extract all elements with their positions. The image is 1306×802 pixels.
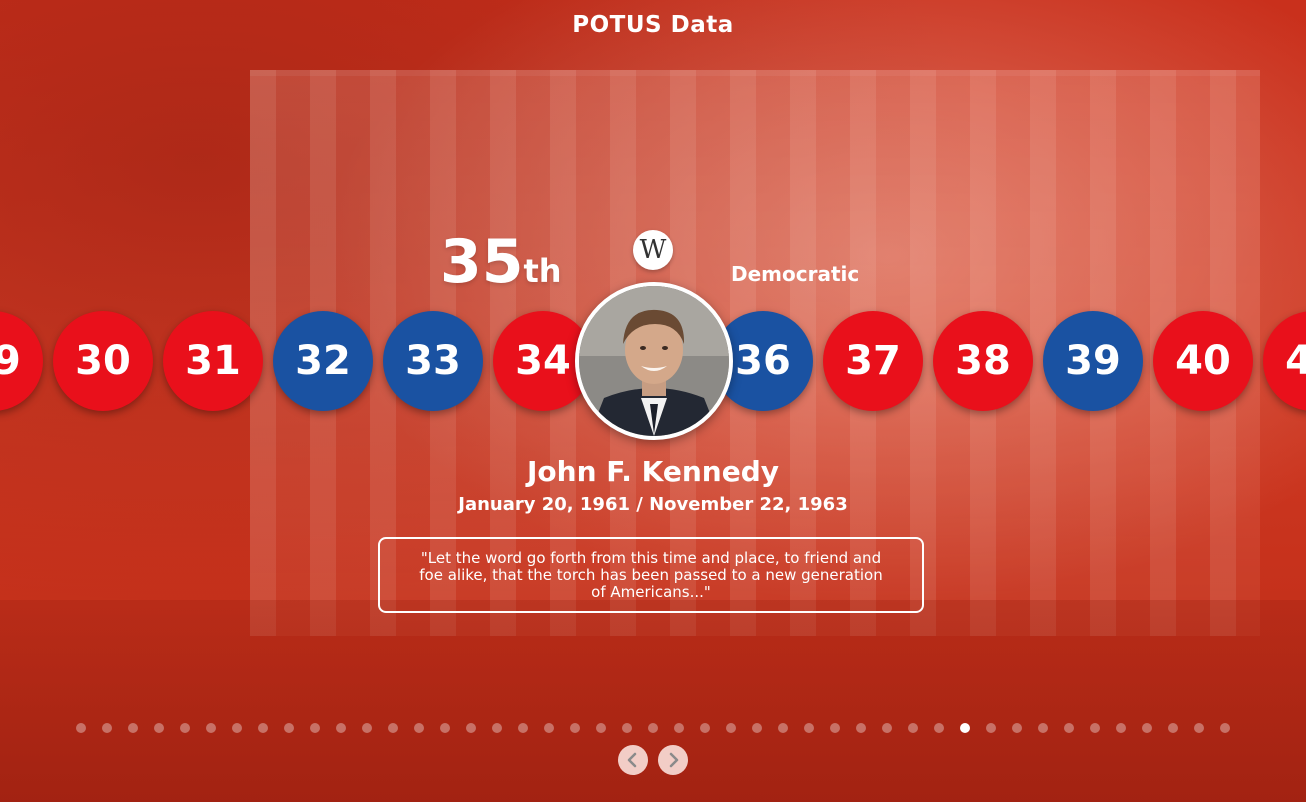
pagination-dot[interactable] [986,723,996,733]
pagination-dot[interactable] [1220,723,1230,733]
pagination-dot[interactable] [1194,723,1204,733]
pagination-dot[interactable] [440,723,450,733]
app-title: POTUS Data [572,12,734,38]
pagination-dot[interactable] [336,723,346,733]
wikipedia-icon[interactable]: W [633,230,673,270]
president-number-40[interactable]: 40 [1153,311,1253,411]
pagination-dot[interactable] [778,723,788,733]
pagination-dot[interactable] [960,723,970,733]
pagination-dot[interactable] [830,723,840,733]
pagination-dot[interactable] [284,723,294,733]
pagination-dot[interactable] [102,723,112,733]
pagination-dot[interactable] [388,723,398,733]
quote-box: "Let the word go forth from this time an… [378,537,924,613]
pagination-dot[interactable] [1012,723,1022,733]
ordinal-suffix: th [523,252,562,290]
pagination-dot[interactable] [1168,723,1178,733]
pagination-dot[interactable] [1064,723,1074,733]
pagination-dot[interactable] [362,723,372,733]
pagination-dot[interactable] [1142,723,1152,733]
pagination-dot[interactable] [466,723,476,733]
pagination-dot[interactable] [544,723,554,733]
pagination-dots [0,723,1306,735]
pagination-dot[interactable] [648,723,658,733]
president-number-31[interactable]: 31 [163,311,263,411]
pagination-dot[interactable] [1090,723,1100,733]
chevron-right-icon [669,752,679,768]
president-name: John F. Kennedy [526,455,779,488]
quote-text: "Let the word go forth from this time an… [419,548,883,601]
pagination-dot[interactable] [934,723,944,733]
pagination-dot[interactable] [726,723,736,733]
pagination-dot[interactable] [128,723,138,733]
portrait-image [579,286,729,436]
pagination-dot[interactable] [622,723,632,733]
president-number-30[interactable]: 30 [53,311,153,411]
ordinal-number: 35 [440,227,524,297]
pagination-dot[interactable] [154,723,164,733]
pagination-dot[interactable] [570,723,580,733]
pagination-dot[interactable] [1038,723,1048,733]
pagination-dot[interactable] [414,723,424,733]
pagination-dot[interactable] [206,723,216,733]
president-number-32[interactable]: 32 [273,311,373,411]
president-number-39[interactable]: 39 [1043,311,1143,411]
chevron-left-icon [627,752,637,768]
pagination-dot[interactable] [492,723,502,733]
pagination-dot[interactable] [1116,723,1126,733]
pagination-dot[interactable] [596,723,606,733]
pagination-dot[interactable] [752,723,762,733]
ground-backdrop [0,600,1306,802]
pagination-dot[interactable] [258,723,268,733]
pagination-dot[interactable] [700,723,710,733]
president-portrait[interactable] [575,282,733,440]
pagination-dot[interactable] [856,723,866,733]
pagination-dot[interactable] [76,723,86,733]
pagination-dot[interactable] [518,723,528,733]
next-button[interactable] [658,745,688,775]
pagination-dot[interactable] [908,723,918,733]
pagination-dot[interactable] [674,723,684,733]
pagination-dot[interactable] [180,723,190,733]
pagination-dot[interactable] [804,723,814,733]
pagination-dot[interactable] [232,723,242,733]
party-label: Democratic [731,262,860,286]
prev-button[interactable] [618,745,648,775]
president-number-38[interactable]: 38 [933,311,1033,411]
term-dates: January 20, 1961 / November 22, 1963 [458,494,848,515]
president-number-37[interactable]: 37 [823,311,923,411]
pagination-dot[interactable] [310,723,320,733]
president-number-33[interactable]: 33 [383,311,483,411]
president-ordinal: 35th [440,232,562,292]
pagination-dot[interactable] [882,723,892,733]
